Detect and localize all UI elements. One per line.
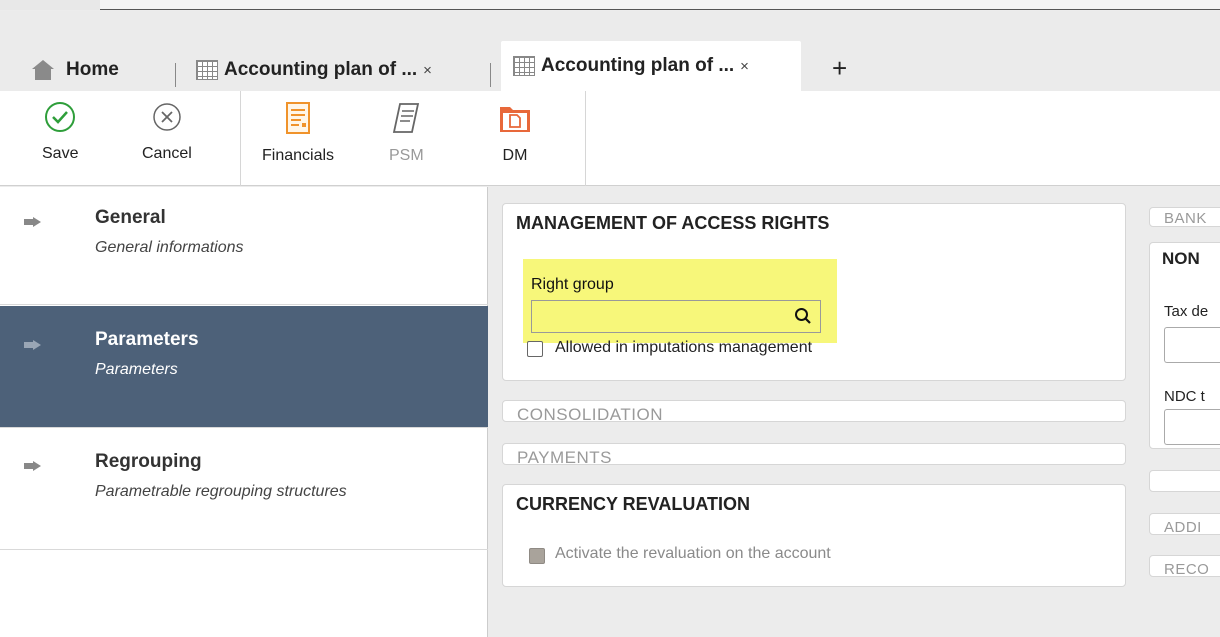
tab-accounting-plan-2-label: Accounting plan of ... bbox=[541, 55, 735, 76]
save-button[interactable]: Save bbox=[42, 101, 78, 163]
dm-button[interactable]: DM bbox=[498, 101, 532, 165]
sidebar: General General informations Parameters … bbox=[0, 187, 488, 637]
psm-label: PSM bbox=[389, 147, 424, 164]
non-panel: NON Tax de NDC t bbox=[1149, 242, 1220, 449]
tab-accounting-plan-1-label: Accounting plan of ... bbox=[224, 59, 418, 80]
ndc-input[interactable] bbox=[1164, 409, 1220, 445]
cancel-label: Cancel bbox=[142, 145, 192, 162]
search-icon[interactable] bbox=[794, 307, 812, 325]
collapsed-section[interactable] bbox=[1149, 470, 1220, 492]
main-content: MANAGEMENT OF ACCESS RIGHTS Right group … bbox=[489, 187, 1220, 637]
sidebar-item-title: Regrouping bbox=[95, 451, 202, 472]
tab-home-label: Home bbox=[66, 59, 119, 80]
tax-input[interactable] bbox=[1164, 327, 1220, 363]
sidebar-item-title: Parameters bbox=[95, 329, 199, 350]
tab-separator bbox=[490, 63, 491, 87]
arrow-right-icon bbox=[24, 461, 42, 471]
folder-document-icon bbox=[500, 107, 530, 132]
ndc-label: NDC t bbox=[1164, 388, 1205, 405]
sidebar-item-subtitle: General informations bbox=[95, 239, 244, 256]
sidebar-item-subtitle: Parametrable regrouping structures bbox=[95, 483, 347, 500]
sidebar-item-regrouping[interactable]: Regrouping Parametrable regrouping struc… bbox=[0, 429, 488, 550]
access-rights-title: MANAGEMENT OF ACCESS RIGHTS bbox=[516, 213, 830, 233]
arrow-right-icon bbox=[24, 340, 42, 350]
add-tab-button[interactable]: + bbox=[832, 53, 847, 84]
cancel-circle-icon bbox=[153, 103, 181, 131]
financials-document-icon bbox=[286, 102, 311, 134]
addi-section[interactable]: ADDI bbox=[1149, 513, 1220, 535]
non-title: NON bbox=[1162, 249, 1200, 268]
financials-label: Financials bbox=[262, 147, 335, 164]
tab-accounting-plan-1[interactable]: Accounting plan of ... × bbox=[196, 49, 432, 91]
addi-title: ADDI bbox=[1164, 519, 1202, 535]
cancel-button[interactable]: Cancel bbox=[142, 101, 192, 163]
save-label: Save bbox=[42, 145, 79, 162]
psm-button[interactable]: PSM bbox=[389, 101, 424, 165]
bank-title: BANK bbox=[1164, 210, 1207, 227]
toolbar-separator bbox=[240, 91, 241, 186]
tab-home[interactable]: Home bbox=[32, 49, 119, 91]
payments-section[interactable]: PAYMENTS bbox=[502, 443, 1126, 465]
table-icon bbox=[513, 56, 535, 76]
activate-revaluation-checkbox[interactable] bbox=[529, 548, 545, 564]
allowed-imputations-label: Allowed in imputations management bbox=[555, 339, 813, 356]
window-top-strip-left bbox=[0, 0, 100, 10]
sidebar-item-subtitle: Parameters bbox=[95, 361, 178, 378]
consolidation-section[interactable]: CONSOLIDATION bbox=[502, 400, 1126, 422]
access-rights-panel: MANAGEMENT OF ACCESS RIGHTS Right group … bbox=[502, 203, 1126, 381]
activate-revaluation-label: Activate the revaluation on the account bbox=[555, 545, 831, 562]
financials-button[interactable]: Financials bbox=[262, 101, 334, 165]
right-group-input[interactable] bbox=[531, 300, 821, 333]
tab-separator bbox=[175, 63, 176, 87]
close-icon[interactable]: × bbox=[423, 62, 432, 79]
psm-scroll-icon bbox=[393, 103, 420, 133]
toolbar-separator bbox=[585, 91, 586, 186]
payments-title: PAYMENTS bbox=[517, 448, 612, 465]
window-top-strip bbox=[0, 0, 1220, 10]
reco-title: RECO bbox=[1164, 561, 1210, 577]
currency-revaluation-panel: CURRENCY REVALUATION Activate the revalu… bbox=[502, 484, 1126, 587]
sidebar-item-general[interactable]: General General informations bbox=[0, 187, 488, 305]
arrow-right-icon bbox=[24, 217, 42, 227]
allowed-imputations-checkbox[interactable] bbox=[527, 341, 543, 357]
reco-section[interactable]: RECO bbox=[1149, 555, 1220, 577]
close-icon[interactable]: × bbox=[740, 58, 749, 75]
sidebar-item-parameters[interactable]: Parameters Parameters bbox=[0, 306, 488, 428]
table-icon bbox=[196, 60, 218, 80]
tab-bar: Home Accounting plan of ... × Accounting… bbox=[0, 11, 1220, 91]
tab-accounting-plan-2[interactable]: Accounting plan of ... × bbox=[501, 41, 801, 91]
home-icon bbox=[32, 60, 54, 80]
check-circle-icon bbox=[45, 102, 76, 132]
toolbar: Save Cancel Financials PSM DM bbox=[0, 91, 1220, 186]
tax-label: Tax de bbox=[1164, 303, 1209, 320]
currency-revaluation-title: CURRENCY REVALUATION bbox=[516, 494, 751, 514]
consolidation-title: CONSOLIDATION bbox=[517, 405, 663, 422]
bank-section[interactable]: BANK bbox=[1149, 207, 1220, 227]
sidebar-item-title: General bbox=[95, 207, 166, 228]
dm-label: DM bbox=[502, 147, 528, 164]
right-group-label: Right group bbox=[531, 276, 614, 293]
